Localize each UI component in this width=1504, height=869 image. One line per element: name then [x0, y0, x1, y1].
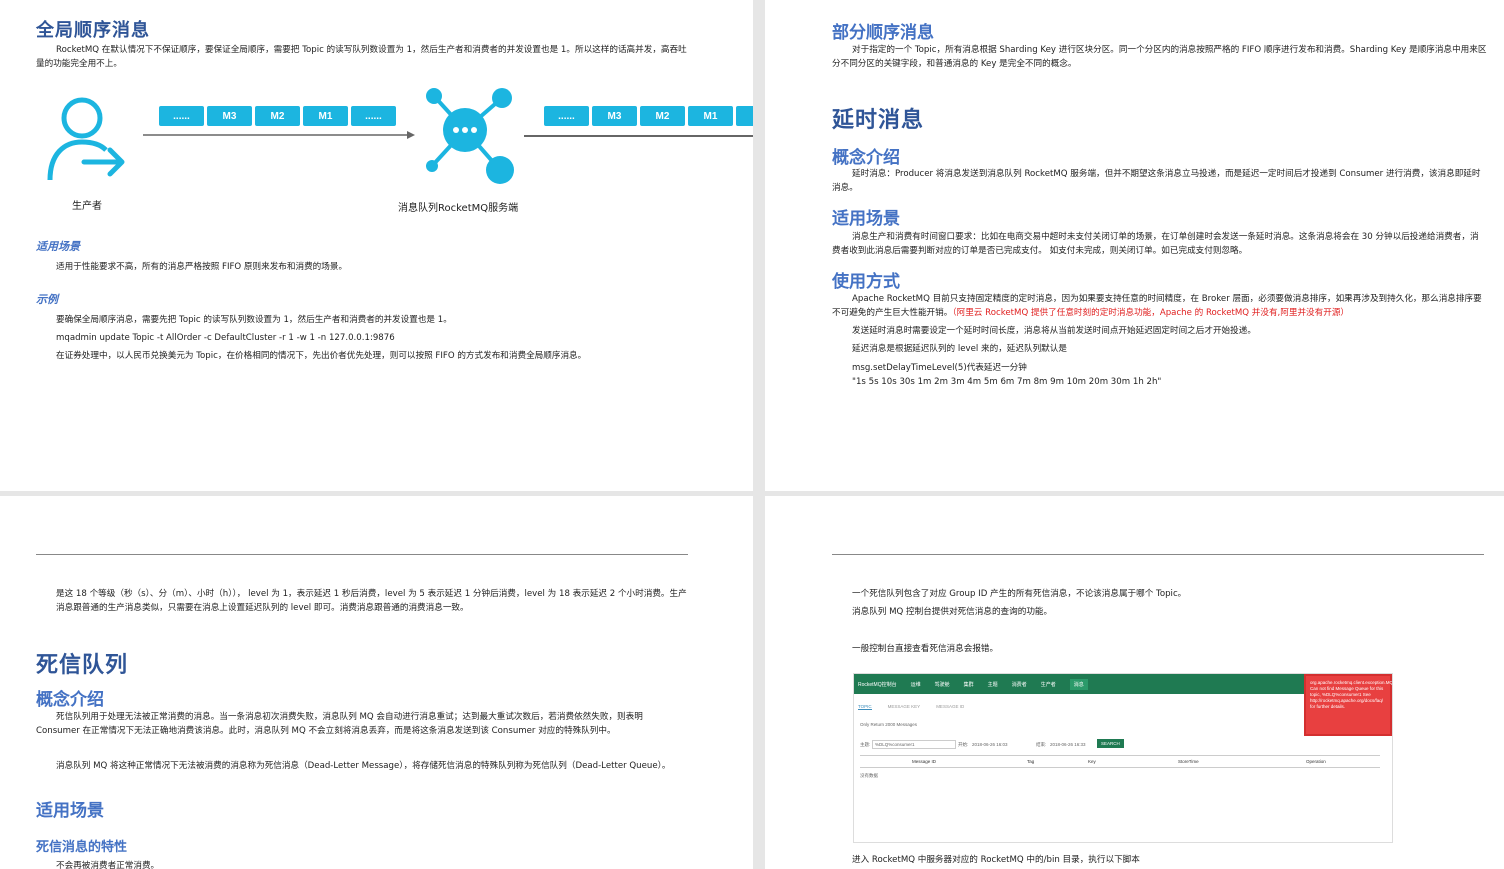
column-header: Operation	[1306, 759, 1326, 764]
column-header: StoreTime	[1178, 759, 1199, 764]
usage-red-note: （阿里云 RocketMQ 提供了任意时刻的定时消息功能，Apache 的 Ro…	[952, 308, 1350, 318]
queue-cell: ......	[544, 106, 589, 126]
table-rule	[860, 767, 1380, 768]
body-line: 进入 RocketMQ 中服务器对应的 RocketMQ 中的/bin 目录，执…	[852, 855, 1140, 865]
queue-cell: M1	[688, 106, 733, 126]
table-rule	[860, 755, 1380, 756]
concept-heading: 概念介绍	[36, 690, 104, 710]
document-page-1: 全局顺序消息 RocketMQ 在默认情况下不保证顺序，要保证全局顺序，需要把 …	[0, 0, 753, 491]
document-page-4: 一个死信队列包含了对应 Group ID 产生的所有死信消息，不论该消息属于哪个…	[765, 496, 1504, 869]
document-page-3: 是这 18 个等级（秒（s）、分（m）、小时（h））， level 为 1，表示…	[0, 496, 753, 869]
search-button[interactable]: SEARCH	[1097, 739, 1124, 748]
code-line: "1s 5s 10s 30s 1m 2m 3m 4m 5m 6m 7m 8m 9…	[852, 377, 1162, 387]
example-line: 要确保全局顺序消息，需要先把 Topic 的读写队列数设置为 1，然后生产者和消…	[56, 315, 452, 325]
concept-text: 消息队列 MQ 将这种正常情况下无法被消费的消息称为死信消息（Dead-Lett…	[56, 761, 671, 771]
empty-state: 没有数据	[860, 773, 878, 778]
scene-text: 消息生产和消费有时间窗口要求：比如在电商交易中超时未支付关闭订单的场景，在订单创…	[832, 232, 1479, 256]
dead-letter-heading: 死信队列	[36, 653, 129, 678]
example-command: mqadmin update Topic -t AllOrder -c Defa…	[56, 333, 395, 343]
column-header: Key	[1088, 759, 1096, 764]
page-heading: 部分顺序消息	[832, 23, 934, 43]
topic-label: 主题:	[860, 742, 871, 747]
start-time-input[interactable]: 2018-06-26 16:03	[972, 742, 1008, 747]
nav-item[interactable]: 消费者	[1012, 681, 1027, 688]
console-brand: RocketMQ控制台	[858, 681, 897, 688]
console-tabs: TOPIC MESSAGE KEY MESSAGE ID	[858, 704, 964, 710]
topic-select[interactable]: %DLQ%consumer1	[872, 740, 956, 749]
end-time-input[interactable]: 2018-06-26 16:33	[1050, 742, 1086, 747]
nav-item-active[interactable]: 消息	[1069, 678, 1088, 690]
server-label: 消息队列RocketMQ服务端	[398, 203, 519, 214]
concept-text: 死信队列用于处理无法被正常消费的消息。当一条消息初次消费失败，消息队列 MQ 会…	[36, 712, 643, 736]
example-heading: 示例	[36, 293, 58, 306]
producer-icon	[47, 97, 125, 181]
scene-heading: 适用场景	[36, 801, 104, 821]
nav-item[interactable]: 集群	[964, 681, 974, 688]
error-popup: org.apache.rocketmq.client.exception.MQ …	[1304, 674, 1392, 736]
column-header: Tag	[1027, 759, 1035, 764]
header-rule	[832, 554, 1484, 555]
result-note: Only Return 2000 Messages	[860, 722, 918, 727]
queue-cell: M2	[640, 106, 685, 126]
document-page-2: 部分顺序消息 对于指定的一个 Topic，所有消息根据 Sharding Key…	[765, 0, 1504, 491]
body-line: 一般控制台直接查看死信消息会报错。	[852, 644, 999, 654]
header-rule	[36, 554, 688, 555]
scene-heading: 适用场景	[36, 240, 80, 253]
arrow-line	[524, 135, 753, 137]
example-line: 在证券处理中，以人民币兑换美元为 Topic，在价格相同的情况下，先出价者优先处…	[56, 351, 587, 361]
rocketmq-server-icon	[426, 88, 514, 184]
message-queue-right: ...... M3 M2 M1	[544, 106, 753, 126]
queue-cell: M3	[207, 106, 252, 126]
start-label: 开始:	[958, 742, 969, 747]
concept-text: 延时消息：Producer 将消息发送到消息队列 RocketMQ 服务端，但并…	[832, 169, 1481, 193]
queue-cell: ......	[351, 106, 396, 126]
tab-message-key[interactable]: MESSAGE KEY	[888, 704, 921, 710]
queue-cell: ......	[159, 106, 204, 126]
producer-label: 生产者	[72, 201, 102, 212]
scene-heading: 适用场景	[832, 209, 900, 229]
concept-heading: 概念介绍	[832, 148, 900, 168]
intro-paragraph: 对于指定的一个 Topic，所有消息根据 Sharding Key 进行区块分区…	[832, 45, 1487, 69]
column-header: Message ID	[912, 759, 937, 764]
usage-heading: 使用方式	[832, 272, 900, 292]
nav-item[interactable]: 生产者	[1041, 681, 1056, 688]
arrow-icon	[143, 131, 415, 139]
tab-message-id[interactable]: MESSAGE ID	[936, 704, 964, 710]
nav-item[interactable]: 驾驶舱	[935, 681, 950, 688]
intro-paragraph: RocketMQ 在默认情况下不保证顺序，要保证全局顺序，需要把 Topic 的…	[36, 45, 687, 69]
usage-line: 延迟消息是根据延迟队列的 level 来的，延迟队列默认是	[852, 344, 1067, 354]
body-line: 一个死信队列包含了对应 Group ID 产生的所有死信消息，不论该消息属于哪个…	[852, 589, 1187, 599]
nav-item[interactable]: 主题	[988, 681, 998, 688]
feature-heading: 死信消息的特性	[36, 840, 128, 855]
end-label: 结束:	[1036, 742, 1047, 747]
nav-item[interactable]: 运维	[911, 681, 921, 688]
continuation-paragraph: 是这 18 个等级（秒（s）、分（m）、小时（h））， level 为 1，表示…	[56, 589, 687, 613]
body-line: 消息队列 MQ 控制台提供对死信消息的查询的功能。	[852, 607, 1053, 617]
scene-text: 适用于性能要求不高，所有的消息严格按照 FIFO 原则来发布和消费的场景。	[56, 262, 348, 272]
feature-text: 不会再被消费者正常消费。	[56, 861, 160, 869]
console-screenshot: RocketMQ控制台 运维 驾驶舱 集群 主题 消费者 生产者 消息 TOPI…	[853, 673, 1393, 843]
queue-cell: M3	[592, 106, 637, 126]
delay-heading: 延时消息	[832, 108, 925, 133]
code-line: msg.setDelayTimeLevel(5)代表延迟一分钟	[852, 363, 1027, 373]
queue-cell	[736, 106, 753, 126]
queue-cell: M2	[255, 106, 300, 126]
usage-line: 发送延时消息时需要设定一个延时时间长度，消息将从当前发送时间点开始延迟固定时间之…	[852, 326, 1256, 336]
usage-paragraph: Apache RocketMQ 目前只支持固定精度的定时消息，因为如果要支持任意…	[832, 292, 1487, 320]
tab-topic[interactable]: TOPIC	[858, 704, 872, 710]
page-heading: 全局顺序消息	[36, 20, 150, 41]
message-queue-left: ...... M3 M2 M1 ......	[159, 106, 396, 126]
queue-cell: M1	[303, 106, 348, 126]
